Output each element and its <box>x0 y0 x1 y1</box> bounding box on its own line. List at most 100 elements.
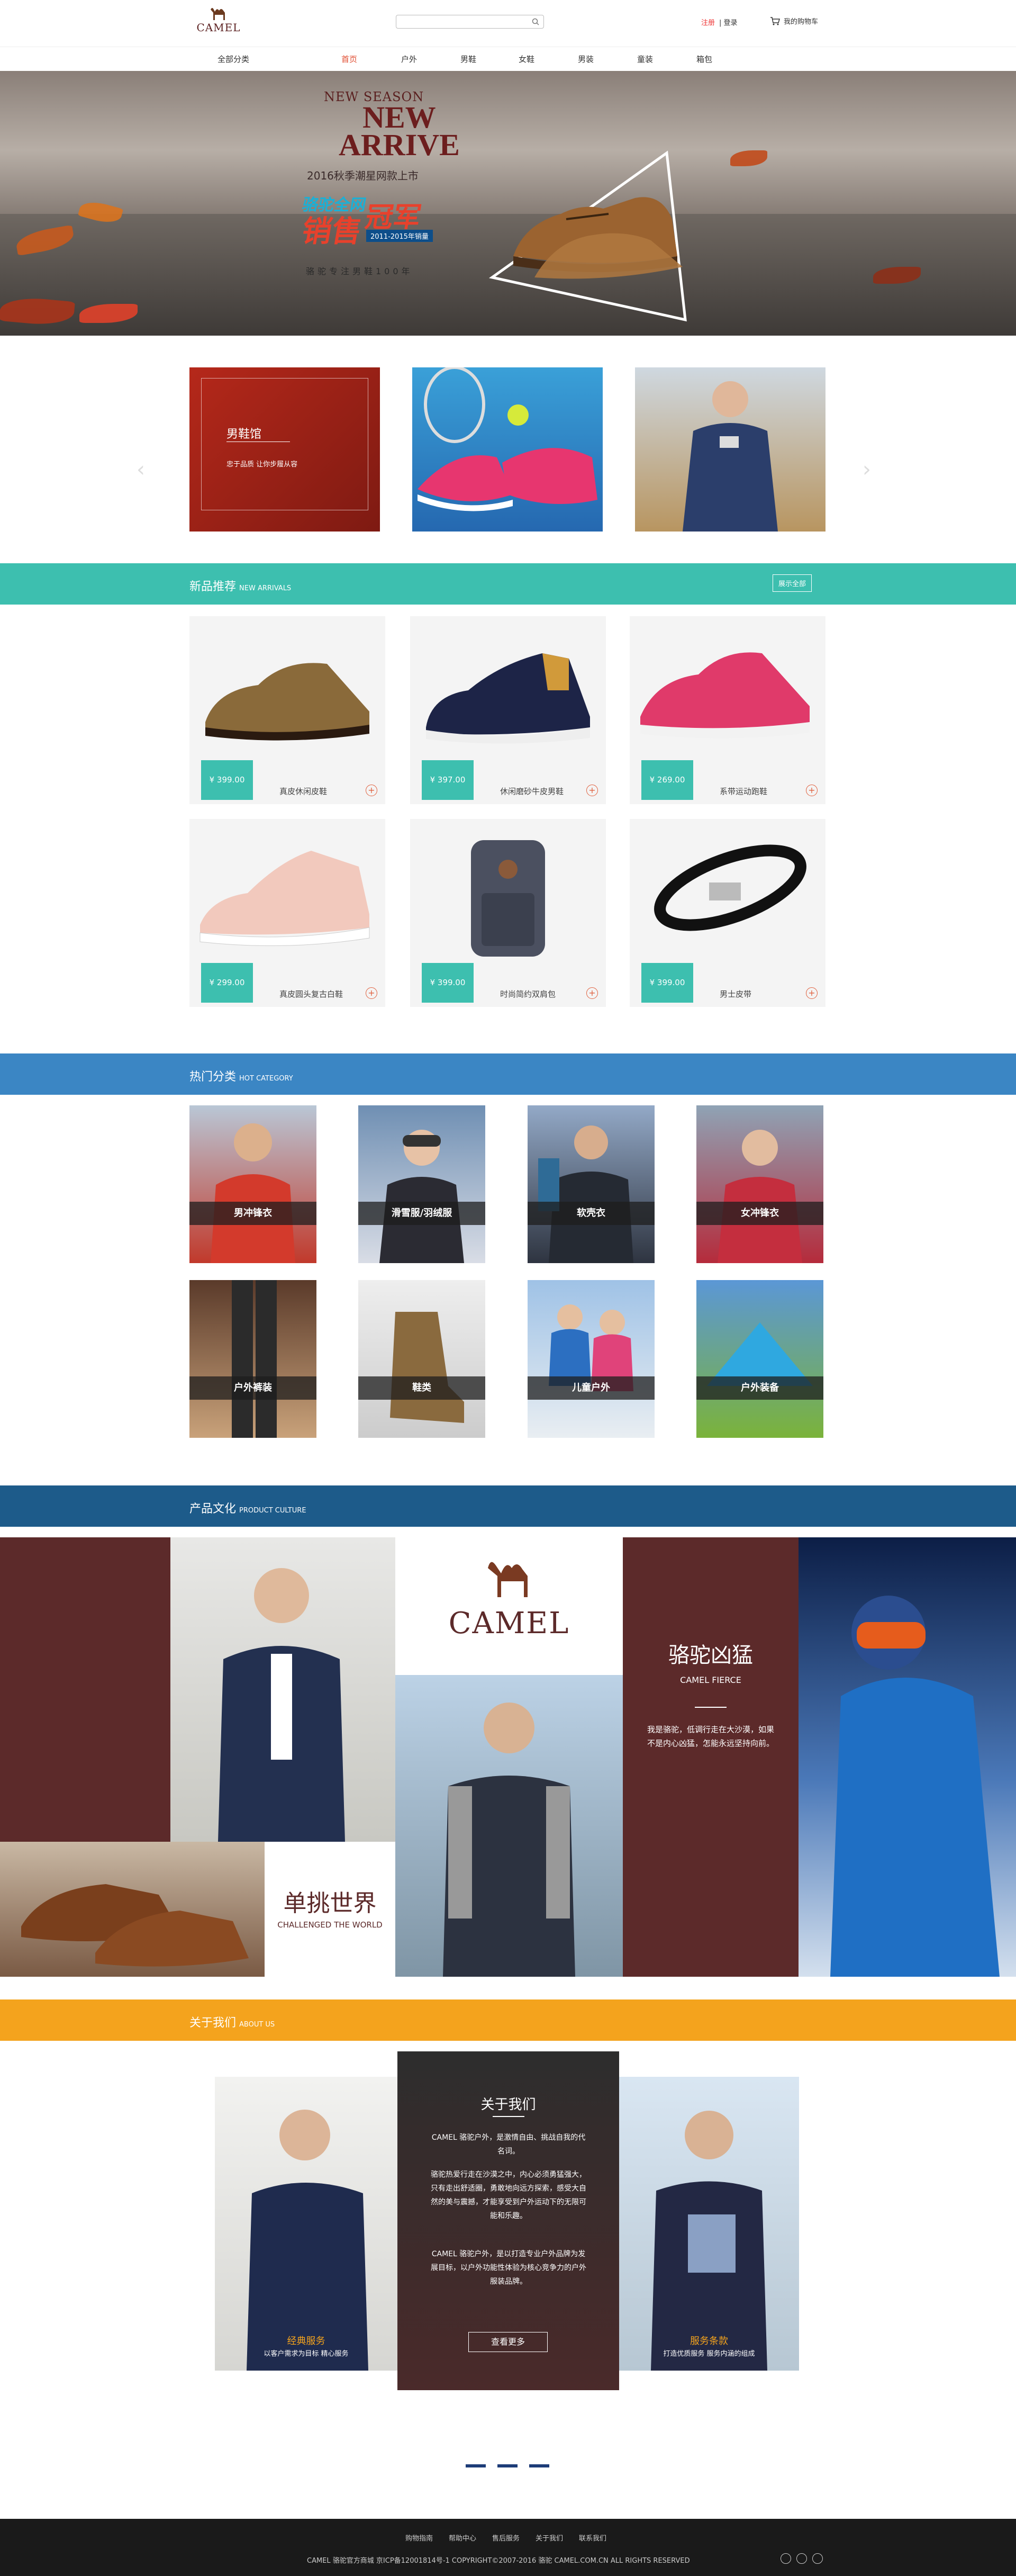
fierce-text: 我是骆驼，低调行走在大沙漠，如果不是内心凶猛，怎能永远坚持向前。 <box>647 1725 775 1748</box>
nav-item-menswear[interactable]: 男装 <box>578 53 594 65</box>
footer-link-contact[interactable]: 联系我们 <box>579 2533 606 2543</box>
card-frame <box>201 378 368 510</box>
card-title: 男鞋馆 <box>226 428 262 441</box>
man-blazer-image <box>247 2110 368 2371</box>
price-tag: ¥ 399.00 <box>422 963 474 1003</box>
product-image <box>654 844 806 931</box>
section-title-en: NEW ARRIVALS <box>239 584 292 592</box>
hot-category-item[interactable]: 儿童户外 <box>528 1280 655 1438</box>
product-card[interactable]: ¥ 399.00 真皮休闲皮鞋 + <box>189 616 385 804</box>
search-input[interactable] <box>396 15 523 28</box>
show-all-button[interactable]: 展示全部 <box>773 574 812 592</box>
qq-icon[interactable] <box>812 2553 823 2564</box>
all-categories[interactable]: 全部分类 <box>217 53 249 65</box>
weibo-icon[interactable] <box>781 2553 791 2564</box>
add-icon[interactable]: + <box>366 987 377 999</box>
category-photo <box>379 1130 464 1263</box>
cart-icon <box>770 16 780 25</box>
add-icon[interactable]: + <box>806 785 818 796</box>
product-card[interactable]: ¥ 399.00 男士皮带 + <box>630 819 826 1007</box>
section-bar-culture: 产品文化 PRODUCT CULTURE <box>0 1485 1016 1527</box>
about-paragraph-1: CAMEL 骆驼户外，是激情自由、挑战自我的代名词。 <box>431 2133 586 2156</box>
logo-text: CAMEL <box>196 21 241 34</box>
hot-category-item[interactable]: 户外裤装 <box>189 1280 316 1438</box>
footer-link-guide[interactable]: 购物指南 <box>405 2533 433 2543</box>
category-photo <box>538 1125 633 1263</box>
footer-link-about[interactable]: 关于我们 <box>536 2533 563 2543</box>
category-photo <box>718 1130 802 1263</box>
hero-arrive: ARRIVE <box>339 128 460 162</box>
hot-category-item[interactable]: 鞋类 <box>358 1280 485 1438</box>
hero-banner[interactable]: NEW SEASON NEW ARRIVE 2016秋季潮星网款上市 骆驼全网 销… <box>0 71 1016 336</box>
category-photo <box>211 1123 295 1263</box>
category-card-outdoor[interactable] <box>635 367 826 532</box>
nav-item-women-shoes[interactable]: 女鞋 <box>519 53 534 65</box>
account-links: 注册 | 登录 <box>701 17 738 27</box>
hot-category-label: 软壳衣 <box>528 1202 655 1225</box>
price-tag: ¥ 399.00 <box>641 963 693 1003</box>
nav-item-outdoor[interactable]: 户外 <box>401 53 417 65</box>
section-title: 关于我们 ABOUT US <box>189 2013 275 2030</box>
carousel-dot[interactable] <box>466 2464 486 2467</box>
section-bar-about: 关于我们 ABOUT US <box>0 1999 1016 2041</box>
hot-category-label: 男冲锋衣 <box>189 1202 316 1225</box>
search-icon[interactable] <box>532 18 539 25</box>
category-card-men-shoes[interactable]: 男鞋馆 忠于品质 让你步履从容 <box>189 367 380 532</box>
chevron-left-icon[interactable]: ‹ <box>137 457 145 482</box>
hero-subtitle: 2016秋季潮星网款上市 <box>307 169 419 182</box>
leaf-decoration <box>730 150 767 166</box>
add-icon[interactable]: + <box>586 987 598 999</box>
carousel-dot[interactable] <box>529 2464 549 2467</box>
view-more-button[interactable]: 查看更多 <box>468 2332 548 2352</box>
price-tag: ¥ 269.00 <box>641 760 693 800</box>
product-card[interactable]: ¥ 397.00 休闲磨砂牛皮男鞋 + <box>410 616 606 804</box>
hot-category-item[interactable]: 女冲锋衣 <box>696 1105 823 1263</box>
section-title: 新品推荐 NEW ARRIVALS <box>189 577 291 594</box>
product-image <box>199 851 370 947</box>
add-icon[interactable]: + <box>366 785 377 796</box>
category-card-sports[interactable] <box>412 367 603 532</box>
copyright: CAMEL 骆驼官方商城 京ICP备12001814号-1 COPYRIGHT©… <box>307 2557 690 2565</box>
add-icon[interactable]: + <box>586 785 598 796</box>
product-name: 时尚简约双肩包 <box>500 989 556 999</box>
footer-link-aftersales[interactable]: 售后服务 <box>492 2533 520 2543</box>
add-icon[interactable]: + <box>806 987 818 999</box>
search-box[interactable] <box>396 15 544 29</box>
hot-category-label: 户外裤装 <box>189 1376 316 1400</box>
separator: | <box>719 19 724 27</box>
culture-photo-man1 <box>170 1537 395 1842</box>
about-photo-right[interactable]: 服务条款 打造优质服务 服务内涵的组成 <box>619 2077 799 2371</box>
login-link[interactable]: 登录 <box>724 19 738 27</box>
about-photo-left[interactable]: 经典服务 以客户需求为目标 精心服务 <box>215 2077 397 2371</box>
leather-shoes-image <box>21 1884 249 1967</box>
product-card[interactable]: ¥ 299.00 真皮圆头复古白鞋 + <box>189 819 385 1007</box>
wechat-icon[interactable] <box>796 2553 807 2564</box>
hot-category-label: 滑雪服/羽绒服 <box>358 1202 485 1225</box>
top-header: CAMEL 注册 | 登录 我的购物车 <box>0 0 1016 47</box>
carousel-dot[interactable] <box>497 2464 518 2467</box>
nav-item-home[interactable]: 首页 <box>341 53 357 65</box>
hero-champion-badge: 骆驼全网 销售 冠军 2011-2015年销量 <box>299 192 456 249</box>
nav-item-kids[interactable]: 童装 <box>637 53 653 65</box>
about-paragraph-2: 骆驼热爱行走在沙漠之中，内心必须勇猛强大，只有走出舒适圈，勇敢地向远方探索，感受… <box>431 2170 586 2220</box>
product-card[interactable]: ¥ 269.00 系带运动跑鞋 + <box>630 616 826 804</box>
chevron-right-icon[interactable]: › <box>863 457 871 482</box>
hot-category-item[interactable]: 男冲锋衣 <box>189 1105 316 1263</box>
section-title-en: ABOUT US <box>239 2021 275 2029</box>
camel-logo[interactable]: CAMEL <box>189 5 248 34</box>
cart-link[interactable]: 我的购物车 <box>770 16 818 26</box>
register-link[interactable]: 注册 <box>701 19 715 27</box>
hot-category-item[interactable]: 软壳衣 <box>528 1105 655 1263</box>
nav-item-men-shoes[interactable]: 男鞋 <box>460 53 476 65</box>
hot-category-item[interactable]: 户外装备 <box>696 1280 823 1438</box>
section-title-en: PRODUCT CULTURE <box>239 1507 306 1515</box>
nav-item-bags[interactable]: 箱包 <box>696 53 712 65</box>
camel-logo-icon <box>207 5 230 21</box>
footer-link-help[interactable]: 帮助中心 <box>449 2533 476 2543</box>
main-nav: 全部分类 首页 户外 男鞋 女鞋 男装 童装 箱包 <box>0 47 1016 71</box>
man-graphic-tee-image <box>651 2111 767 2371</box>
product-name: 真皮休闲皮鞋 <box>279 787 328 796</box>
product-card[interactable]: ¥ 399.00 时尚简约双肩包 + <box>410 819 606 1007</box>
product-image <box>426 653 590 744</box>
hot-category-item[interactable]: 滑雪服/羽绒服 <box>358 1105 485 1263</box>
